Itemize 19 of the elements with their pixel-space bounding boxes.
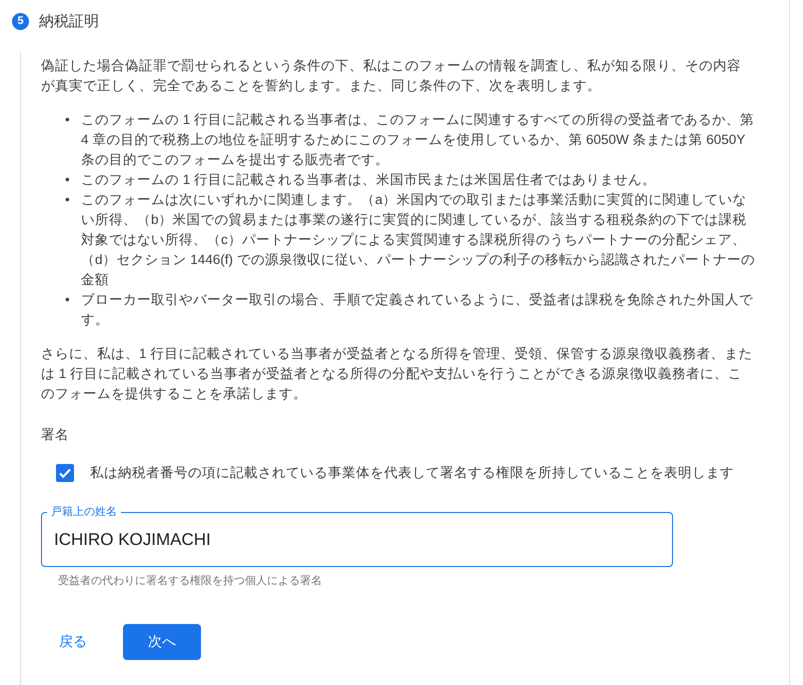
bullet-text: このフォームの 1 行目に記載される当事者は、このフォームに関連するすべての所得の受益者であるか、第 4 章の目的で税務上の地位を証明するためにこのフォームを使用しているか、第 6050W 条または第 6050Y 条の目的でこのフォームを提出する販売者です。 <box>81 111 756 169</box>
bullet-marker: • <box>65 291 71 309</box>
bullet-text: このフォームの 1 行目に記載される当事者は、米国市民または米国居住者ではありません。 <box>81 171 658 189</box>
consent-text: さらに、私は、1 行目に記載されている当事者が受益者となる所得を管理、受領、保管する源泉徴収義務者、または 1 行目に記載されている当事者が受益者となる所得の分配や支払いを行うことができる源泉徴収義務者に、このフォームを提供することを承諾します。 <box>41 345 753 403</box>
bullet-text: ブローカー取引やバーター取引の場合、手順で定義されているように、受益者は課税を免除された外国人です。 <box>81 291 754 329</box>
field-label: 戸籍上の姓名 <box>47 504 121 519</box>
checkbox[interactable] <box>56 464 74 482</box>
bullet-marker: • <box>65 171 71 189</box>
bullet-marker: • <box>65 191 71 209</box>
signature-heading: 署名 <box>41 426 70 444</box>
helper-text: 受益者の代わりに署名する権限を持つ個人による署名 <box>58 574 323 588</box>
step-number: 5 <box>12 12 29 30</box>
bullet-text: このフォームは次にいずれかに関連します。（a）米国内での取引または事業活動に実質的に関連していない所得、（b）米国での貿易または事業の遂行に実質的に関連しているが、該当する租税条約の下では課税対象ではない所得、（c）パートナーシップによる実質関連する課税所得のうちパートナーの分配シェア、（d）セクション 1446(f) での源泉徴収に従い、パートナーシップの利子の移転から認識されたパートナーの金額 <box>81 191 756 289</box>
declaration-text: 偽証した場合偽証罪で罰せられるという条件の下、私はこのフォームの情報を調査し、私が知る限り、その内容が真実で正しく、完全であることを誓約します。また、同じ条件の下、次を表明します。 <box>41 57 742 95</box>
next-button[interactable]: 次へ <box>123 624 201 660</box>
back-button[interactable]: 戻る <box>57 625 89 659</box>
step-title: 納税証明 <box>39 12 99 30</box>
checkbox-label: 私は納税者番号の項に記載されている事業体を代表して署名する権限を所持していることを表明します <box>90 464 734 482</box>
bullet-marker: • <box>65 111 71 129</box>
